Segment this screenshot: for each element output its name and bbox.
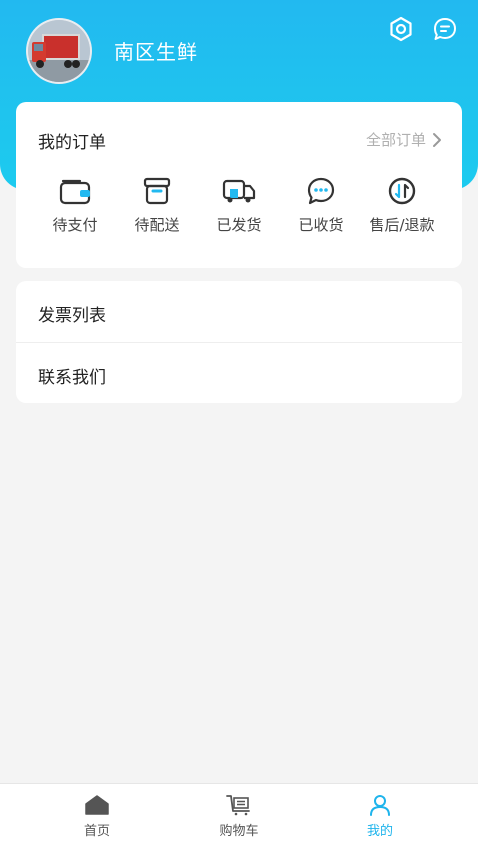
box-icon bbox=[143, 177, 171, 205]
order-status-received[interactable]: 已收货 bbox=[278, 176, 364, 235]
tab-mine[interactable]: 我的 bbox=[325, 784, 435, 850]
menu-item-invoice-list[interactable]: 发票列表 bbox=[16, 281, 462, 342]
tab-label: 购物车 bbox=[219, 824, 259, 839]
wallet-icon bbox=[59, 179, 91, 205]
settings-icon[interactable] bbox=[388, 16, 414, 42]
tab-home[interactable]: 首页 bbox=[42, 784, 152, 850]
order-status-after-sales[interactable]: 售后/退款 bbox=[359, 176, 445, 235]
order-status-shipped[interactable]: 已发货 bbox=[196, 176, 282, 235]
tab-cart[interactable]: 购物车 bbox=[184, 784, 294, 850]
user-icon bbox=[370, 795, 390, 816]
status-label: 售后/退款 bbox=[369, 216, 435, 234]
status-label: 待配送 bbox=[134, 216, 180, 234]
shop-name: 南区生鲜 bbox=[114, 40, 198, 64]
order-status-pending-payment[interactable]: 待支付 bbox=[32, 176, 118, 235]
all-orders-link[interactable]: 全部订单 bbox=[366, 129, 442, 150]
truck-photo bbox=[28, 20, 90, 82]
status-label: 已发货 bbox=[216, 216, 262, 234]
menu-item-contact-us[interactable]: 联系我们 bbox=[16, 343, 462, 404]
chat-icon bbox=[307, 177, 335, 205]
orders-title: 我的订单 bbox=[38, 133, 106, 153]
refund-icon bbox=[388, 177, 416, 205]
profile-page: 南区生鲜 我的订单 全部订单 待支付 待配送 已发货 已收货 售后/退款 发票列… bbox=[0, 0, 478, 850]
orders-card: 我的订单 全部订单 待支付 待配送 已发货 已收货 售后/退款 bbox=[16, 102, 462, 268]
status-label: 已收货 bbox=[298, 216, 344, 234]
all-orders-label: 全部订单 bbox=[365, 131, 426, 149]
home-icon bbox=[85, 795, 109, 815]
chevron-right-icon bbox=[433, 132, 441, 147]
tab-label: 我的 bbox=[366, 824, 393, 839]
cart-icon bbox=[226, 795, 250, 816]
menu-item-label: 发票列表 bbox=[38, 306, 106, 326]
order-status-pending-delivery[interactable]: 待配送 bbox=[114, 176, 200, 235]
message-icon[interactable] bbox=[432, 16, 458, 42]
menu-card: 发票列表 联系我们 bbox=[16, 281, 462, 403]
bottom-tab-bar: 首页 购物车 我的 bbox=[0, 783, 478, 850]
avatar[interactable] bbox=[26, 18, 92, 84]
tab-label: 首页 bbox=[83, 824, 110, 839]
truck-icon bbox=[222, 179, 256, 203]
status-label: 待支付 bbox=[52, 216, 98, 234]
menu-item-label: 联系我们 bbox=[38, 368, 106, 388]
